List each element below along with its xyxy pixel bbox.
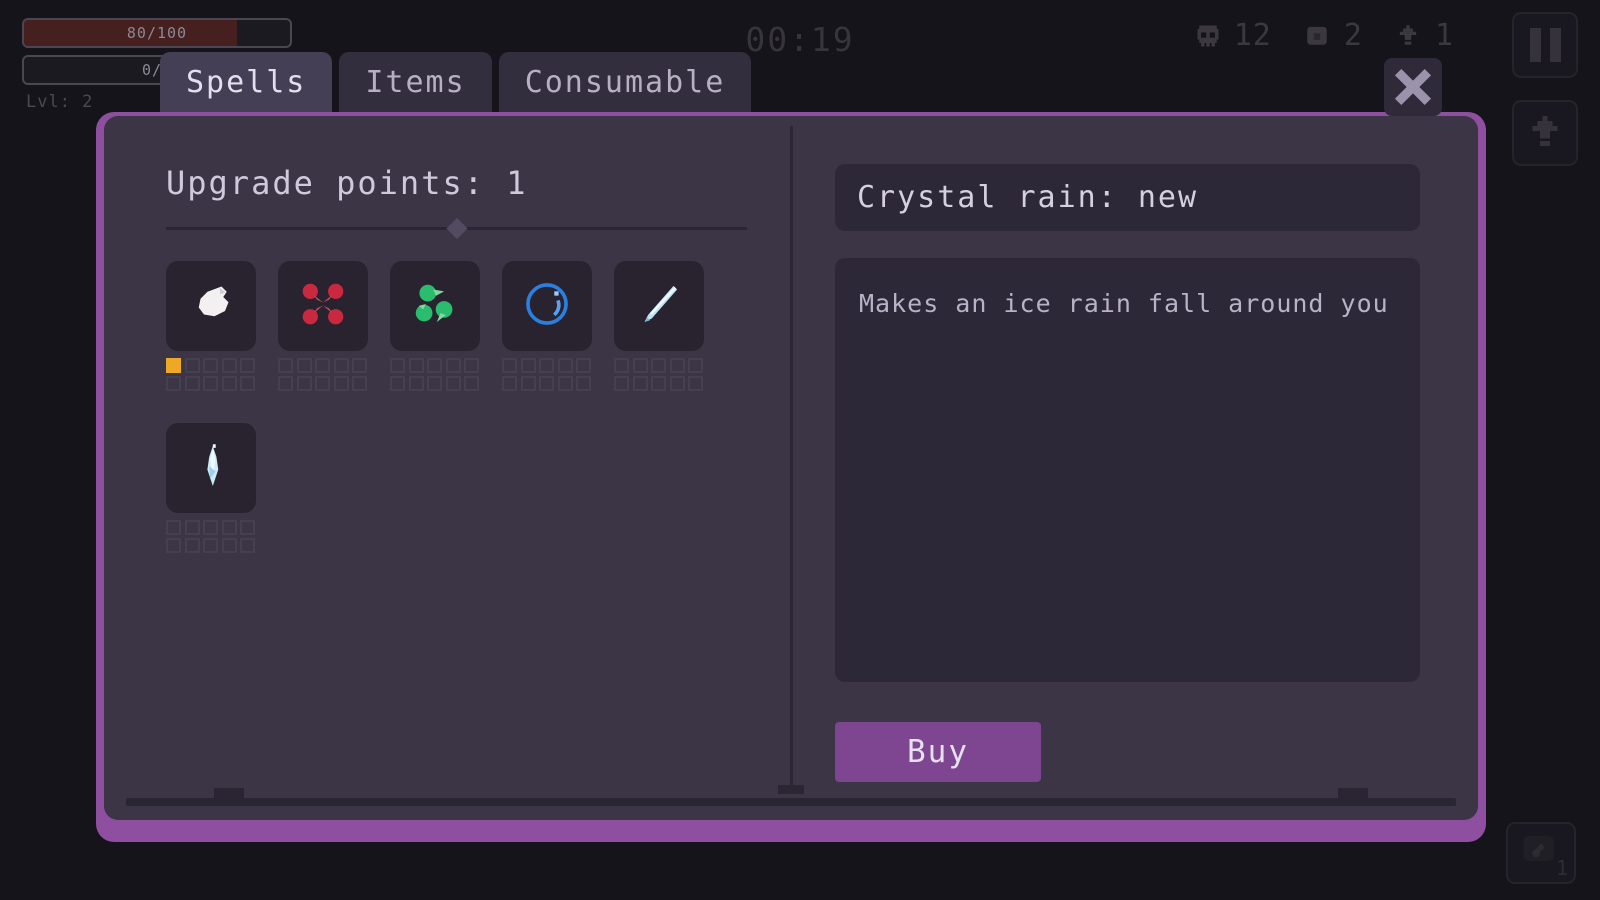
upgrade-book: Upgrade points: 1 Crystal rain: new Make… [96,112,1486,842]
upgrade-pips [390,358,480,391]
level-up-arrow-icon [1395,22,1423,50]
book-foot-tab [214,788,244,798]
spell-slot-poison-orbs[interactable] [390,261,480,391]
icicle-icon [182,437,240,499]
tab-consumable-label: Consumable [524,64,726,100]
buy-button-label: Buy [907,734,969,770]
spell-tile[interactable] [166,261,256,351]
tab-items[interactable]: Items [339,52,492,112]
buy-button[interactable]: Buy [835,722,1041,782]
spell-tile[interactable] [278,261,368,351]
spell-tile[interactable] [390,261,480,351]
close-icon [1394,68,1432,106]
spell-slot-crystal-rain[interactable] [166,423,256,553]
stat-chests-value: 2 [1343,18,1363,53]
level-up-button[interactable] [1512,100,1578,166]
health-bar: 80/100 [22,18,292,48]
spell-title-panel: Crystal rain: new [835,164,1420,231]
upgrade-pips [502,358,592,391]
tab-consumable[interactable]: Consumable [498,52,752,112]
tab-spells-label: Spells [186,64,307,100]
pause-button[interactable] [1512,12,1578,78]
book-page-surface: Upgrade points: 1 Crystal rain: new Make… [104,116,1478,820]
spell-description-panel: Makes an ice rain fall around you [835,258,1420,682]
book-page-base [126,798,1456,806]
stat-levelups: 1 [1395,18,1454,53]
upgrade-pips [614,358,704,391]
upgrade-points-label: Upgrade points: 1 [166,164,528,202]
spell-grid [166,261,747,553]
chest-icon [1304,22,1332,50]
stat-kills: 12 [1194,18,1272,53]
spell-slot-white-orb[interactable] [166,261,256,391]
stat-levelups-value: 1 [1434,18,1454,53]
book-spine [790,126,793,786]
white-orb-icon [183,276,239,336]
upgrade-pips [166,520,256,553]
spell-slot-button[interactable]: 1 [1506,822,1576,884]
book-left-page: Upgrade points: 1 [118,124,791,810]
spell-tile[interactable] [166,423,256,513]
ice-shard-icon [630,275,688,337]
skull-icon [1194,22,1222,50]
book-foot-tab [1338,788,1368,798]
overlay-tabs: Spells Items Consumable [160,52,758,112]
stat-kills-value: 12 [1233,18,1272,53]
stat-chests: 2 [1304,18,1363,53]
divider-diamond-icon [445,217,468,240]
spell-slot-crimson-cross[interactable] [278,261,368,391]
page-divider [166,217,747,240]
spell-slot-ice-shard[interactable] [614,261,704,391]
tab-spells[interactable]: Spells [160,52,333,112]
tab-items-label: Items [365,64,466,100]
red-cross-blades-icon [294,275,352,337]
upgrade-pips [166,358,256,391]
green-orbs-icon [406,275,464,337]
spell-tile[interactable] [502,261,592,351]
upgrade-pips [278,358,368,391]
pause-icon [1529,28,1561,62]
health-bar-label: 80/100 [126,24,188,42]
spell-slot-number: 1 [1555,856,1568,880]
book-right-page: Crystal rain: new Makes an ice rain fall… [791,124,1464,810]
book-spine-foot [778,785,804,794]
spell-slot-shield-ring[interactable] [502,261,592,391]
hud-stats: 12 2 1 [1194,18,1454,53]
close-button[interactable] [1384,58,1442,116]
blue-ring-icon [518,275,576,337]
spell-tile[interactable] [614,261,704,351]
level-up-arrow-icon [1525,111,1565,155]
